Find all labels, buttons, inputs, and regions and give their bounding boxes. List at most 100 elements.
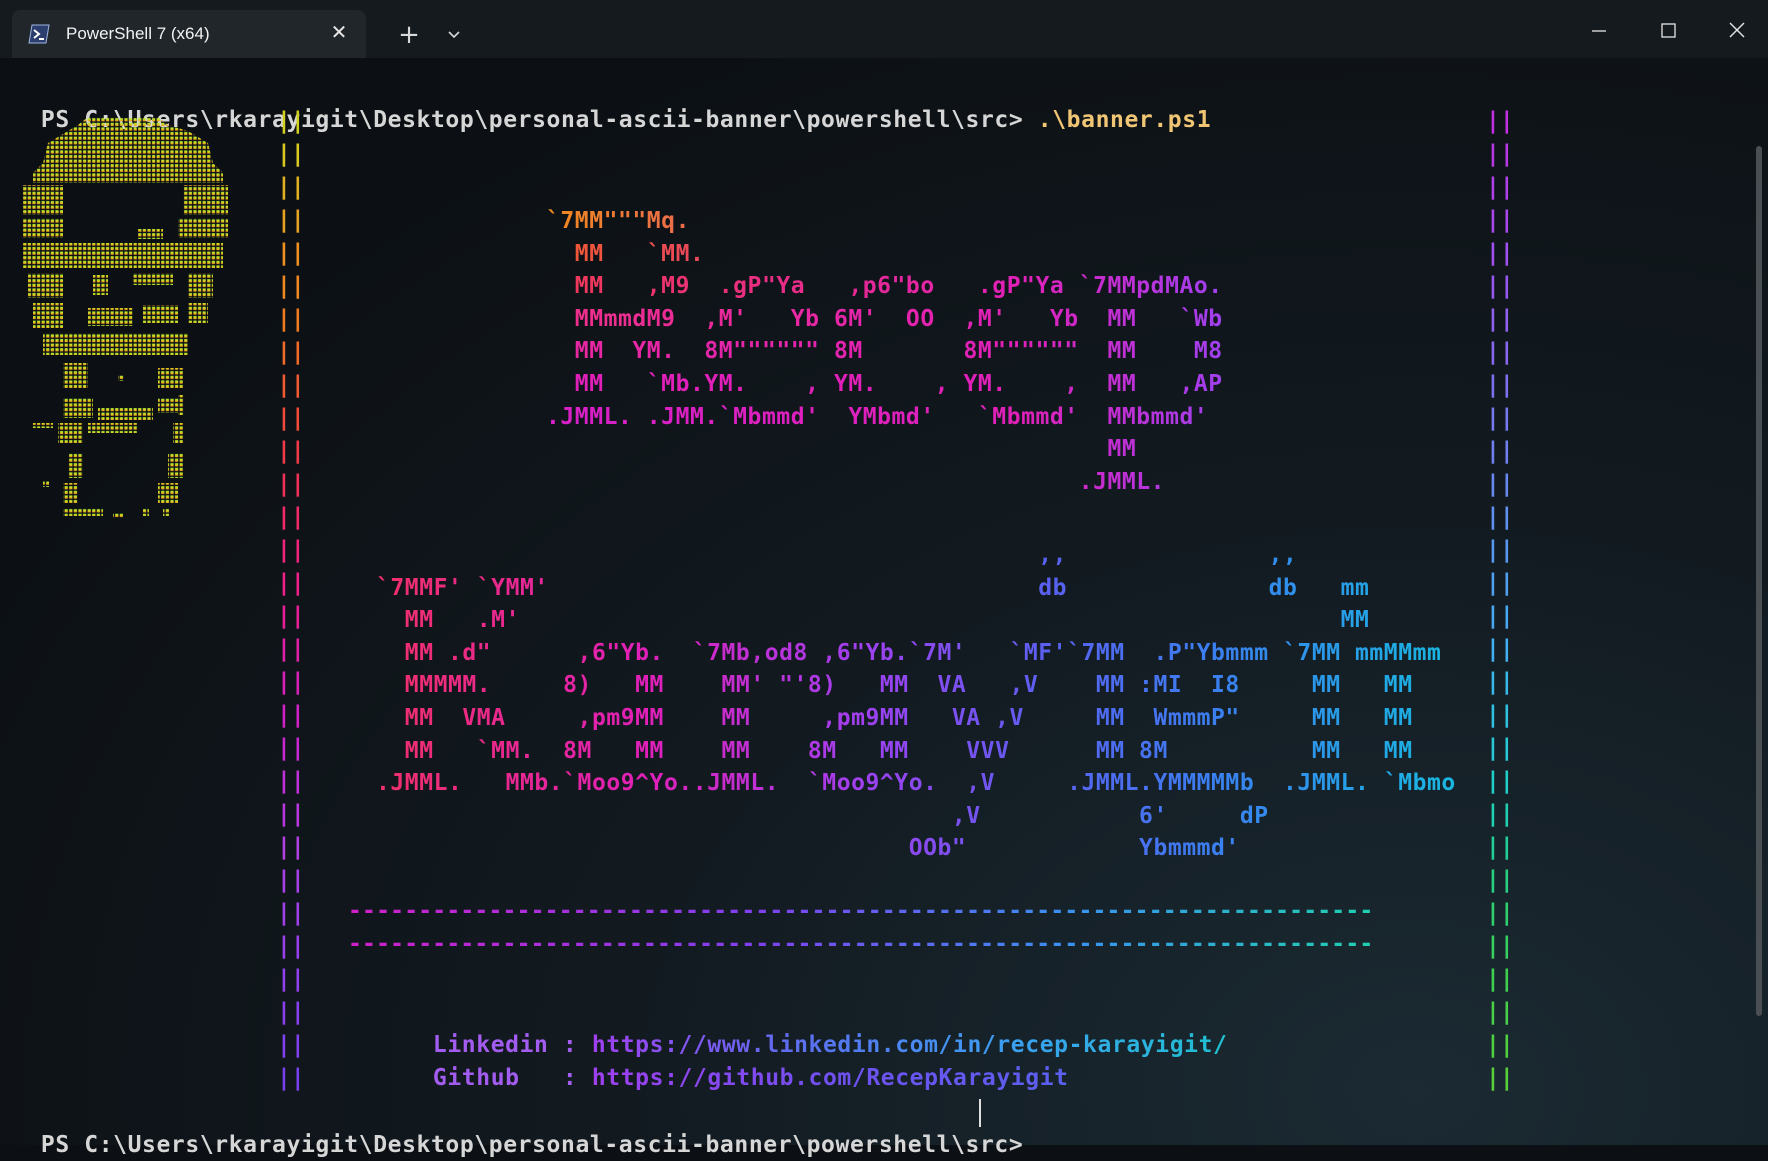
left-border-segment: || [277, 603, 305, 629]
left-border-segment: || [277, 471, 305, 497]
right-border-segment: || [1486, 636, 1514, 662]
left-border-segment: || [277, 537, 305, 563]
right-border-segment: || [1486, 273, 1514, 299]
chevron-down-icon [448, 31, 460, 39]
tab-powershell[interactable]: PowerShell 7 (x64) ✕ [12, 10, 366, 58]
banner-karayigit-line: ,, ,, [376, 539, 1456, 572]
left-border-segment: || [277, 174, 305, 200]
window-close-icon [1729, 22, 1745, 38]
close-icon[interactable]: ✕ [324, 17, 354, 47]
github-label: Github [432, 1065, 549, 1091]
banner-karayigit-line: MM VMA ,pm9MM MM ,pm9MM VA ,V MM WmmmP" … [376, 702, 1456, 735]
left-border-segment: || [277, 702, 305, 728]
github-separator: : [548, 1065, 592, 1091]
left-border-segment: || [277, 669, 305, 695]
banner-recep-line: MM YM. 8M"""""" 8M 8M"""""" MM M8 [546, 335, 1223, 368]
banner-recep-line: .JMML. .JMM.`Mbmmd' YMbmd' `Mbmmd' MMbmm… [546, 401, 1223, 434]
banner-recep-line: MM `Mb.YM. , YM. , YM. , MM ,AP [546, 368, 1223, 401]
github-link[interactable]: https://github.com/RecepKarayigit [592, 1065, 1069, 1091]
banner-karayigit-line: `7MMF' `YMM' db db mm [376, 572, 1456, 605]
ascii-face-art [23, 117, 228, 518]
window-close-button[interactable] [1706, 10, 1768, 50]
right-border-segment: || [1486, 504, 1514, 530]
right-border-segment: || [1486, 900, 1514, 926]
right-border-segment: || [1486, 438, 1514, 464]
left-border-segment: || [277, 966, 305, 992]
minimize-button[interactable] [1568, 10, 1630, 50]
left-border-segment: || [277, 735, 305, 761]
banner-karayigit-line: MMMMM. 8) MM MM' "'8) MM VA ,V MM :MI I8… [376, 669, 1456, 702]
right-border-segment: || [1486, 999, 1514, 1025]
scrollbar[interactable] [1756, 146, 1762, 1016]
left-border-segment: || [277, 207, 305, 233]
banner-karayigit-line: .JMML. MMb.`Moo9^Yo..JMML. `Moo9^Yo. ,V … [376, 767, 1456, 800]
right-border-segment: || [1486, 669, 1514, 695]
right-border-segment: || [1486, 372, 1514, 398]
right-border-segment: || [1486, 933, 1514, 959]
left-border-segment: || [277, 141, 305, 167]
plus-icon: + [398, 20, 420, 50]
right-border-segment: || [1486, 867, 1514, 893]
command-text: .\banner.ps1 [1037, 107, 1212, 133]
banner-karayigit-line: MM .M' MM [376, 604, 1456, 637]
left-border-segment: || [277, 834, 305, 860]
banner-karayigit-line: MM `MM. 8M MM MM 8M MM VVV MM 8M MM MM [376, 735, 1456, 768]
new-tab-button[interactable]: + [389, 18, 429, 52]
right-border-segment: || [1486, 141, 1514, 167]
left-border-segment: || [277, 108, 305, 134]
left-border-segment: || [277, 504, 305, 530]
right-border-segment: || [1486, 108, 1514, 134]
tab-title: PowerShell 7 (x64) [66, 24, 210, 43]
maximize-icon [1661, 23, 1676, 38]
right-border-segment: || [1486, 537, 1514, 563]
banner-recep-line: MM ,M9 .gP"Ya ,p6"bo .gP"Ya `7MMpdMAo. [546, 270, 1223, 303]
left-border-segment: || [277, 1032, 305, 1058]
text-cursor[interactable] [979, 1099, 981, 1127]
left-border-segment: || [277, 306, 305, 332]
title-bar: PowerShell 7 (x64) ✕ + [0, 0, 1768, 58]
left-border-segment: || [277, 438, 305, 464]
banner-karayigit: (function(){ var c=document.currentScrip… [376, 539, 1456, 865]
maximize-button[interactable] [1637, 10, 1699, 50]
right-border-segment: || [1486, 207, 1514, 233]
right-border-segment: || [1486, 1065, 1514, 1091]
left-border-segment: || [277, 933, 305, 959]
banner-recep-line: MMmmdM9 ,M' Yb 6M' OO ,M' Yb MM `Wb [546, 303, 1223, 336]
github-line: Github : https://github.com/RecepKarayig… [404, 1030, 1069, 1094]
powershell-icon [28, 24, 50, 44]
right-border-segment: || [1486, 801, 1514, 827]
left-border-segment: || [277, 999, 305, 1025]
left-border-segment: || [277, 801, 305, 827]
left-border-segment: || [277, 1065, 305, 1091]
left-border-segment: || [277, 900, 305, 926]
banner-karayigit-line: OOb" Ybmmmd' [376, 832, 1456, 865]
separator-line-1: ----------------------------------------… [348, 898, 1374, 924]
right-border-segment: || [1486, 405, 1514, 431]
separator-line-2: ----------------------------------------… [348, 931, 1374, 957]
left-border-segment: || [277, 240, 305, 266]
left-border-segment: || [277, 273, 305, 299]
left-border-segment: || [277, 867, 305, 893]
right-border-segment: || [1486, 603, 1514, 629]
left-border-segment: || [277, 405, 305, 431]
tab-dropdown-button[interactable] [434, 18, 474, 52]
right-border-segment: || [1486, 834, 1514, 860]
minimize-icon [1592, 30, 1606, 32]
right-border-segment: || [1486, 966, 1514, 992]
banner-karayigit-line: MM .d" ,6"Yb. `7Mb,od8 ,6"Yb.`7M' `MF'`7… [376, 637, 1456, 670]
right-border-segment: || [1486, 471, 1514, 497]
left-border-segment: || [277, 636, 305, 662]
left-border-segment: || [277, 768, 305, 794]
right-border-segment: || [1486, 702, 1514, 728]
prompt-line-2: PS C:\Users\rkarayigit\Desktop\personal-… [12, 1097, 1023, 1161]
right-border-segment: || [1486, 735, 1514, 761]
right-border-segment: || [1486, 768, 1514, 794]
right-border-segment: || [1486, 306, 1514, 332]
banner-recep-line: `7MM"""Mq. [546, 205, 1223, 238]
left-border-segment: || [277, 339, 305, 365]
right-border-segment: || [1486, 1032, 1514, 1058]
banner-recep: (function(){ var colors=["#f08a1e","#f05… [546, 205, 1223, 498]
left-border-segment: || [277, 372, 305, 398]
right-border-segment: || [1486, 240, 1514, 266]
right-border-segment: || [1486, 339, 1514, 365]
